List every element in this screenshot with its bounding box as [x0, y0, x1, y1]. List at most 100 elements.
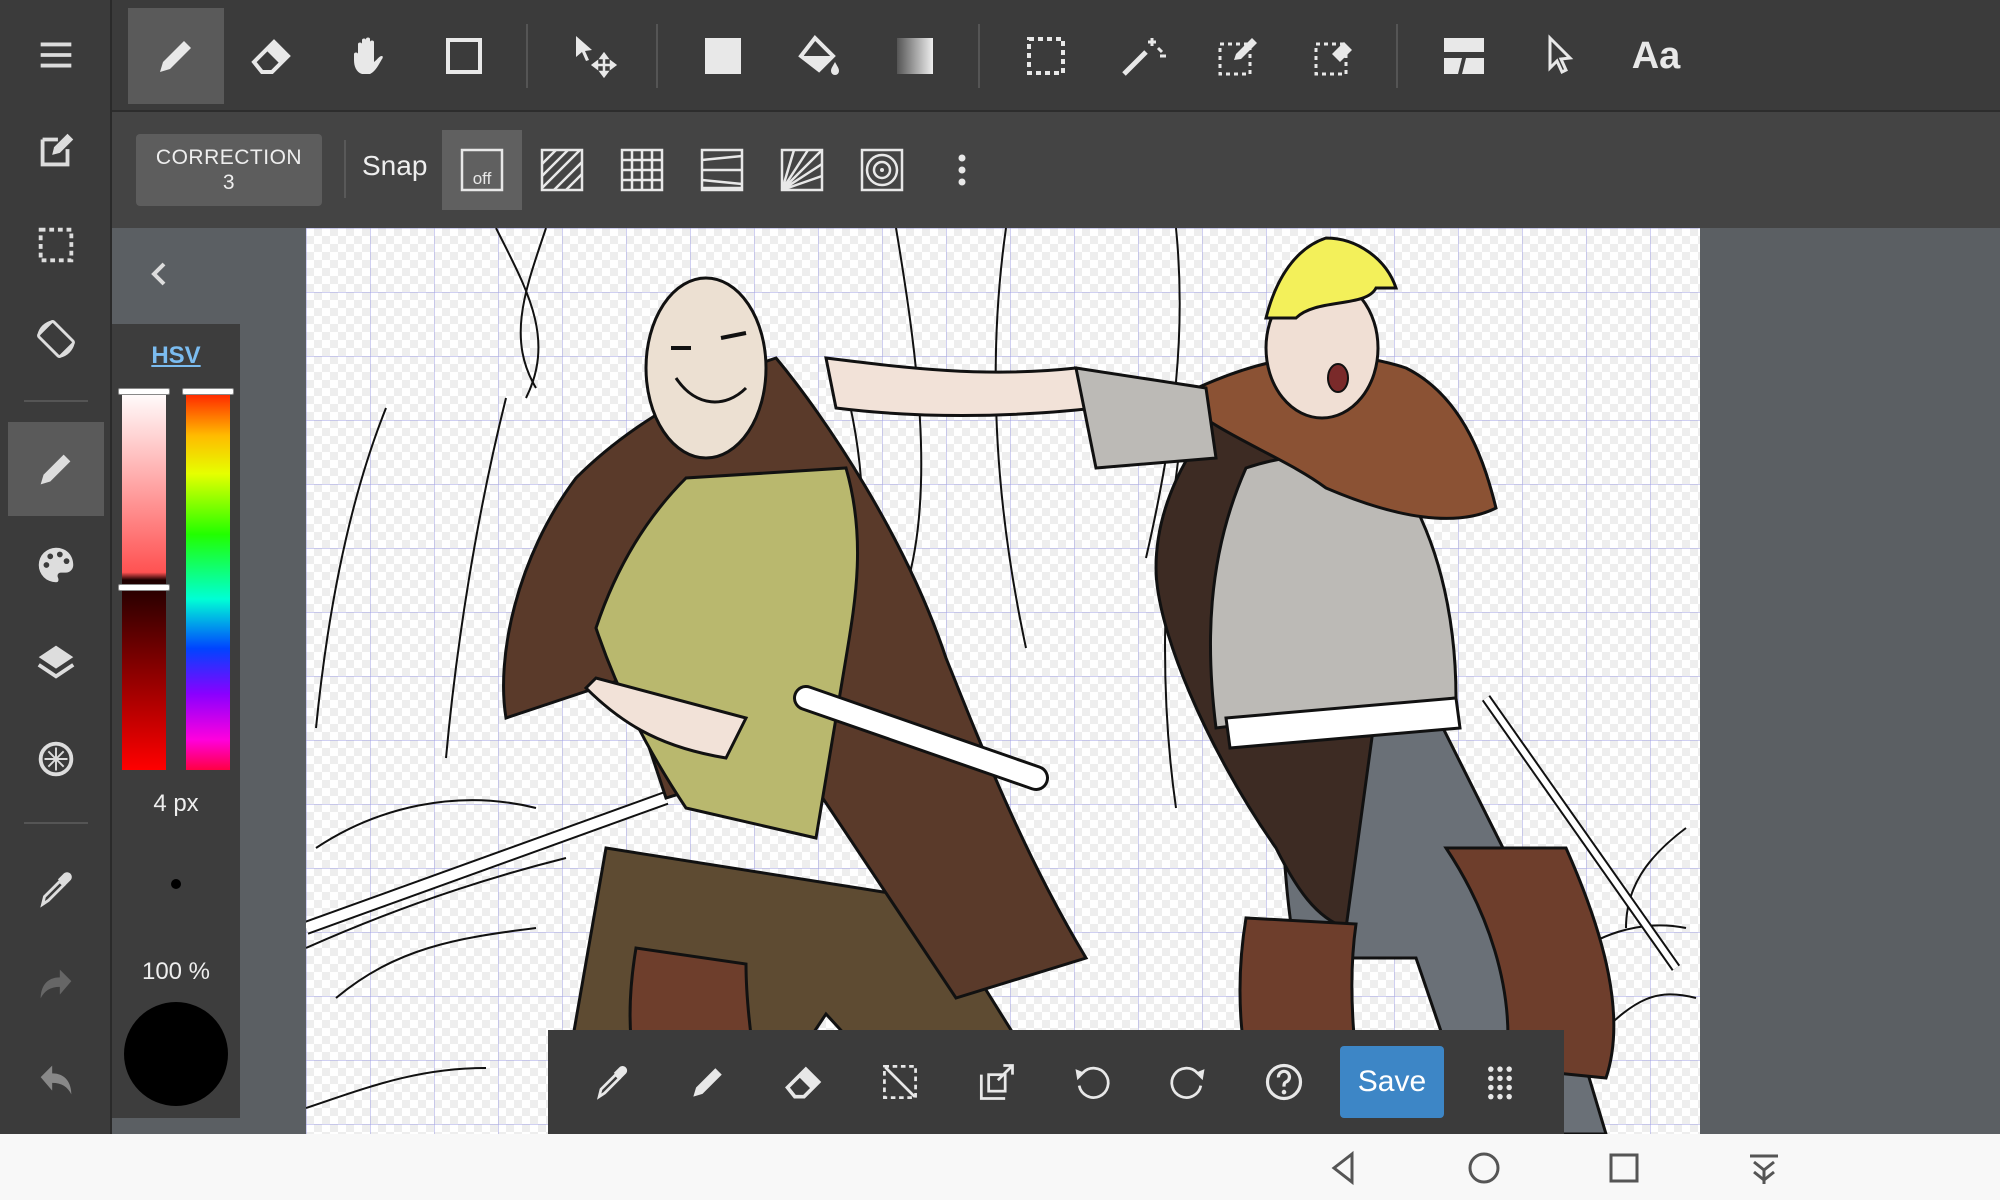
apps-grid-button[interactable] [1460, 1042, 1540, 1122]
vanishing-snap-button[interactable] [682, 130, 762, 210]
save-button[interactable]: Save [1340, 1046, 1444, 1118]
toolbar-divider [1396, 24, 1398, 88]
fill-rect-tool-button[interactable] [675, 8, 771, 104]
recents-icon [1609, 1153, 1639, 1183]
rect-select-tool-button[interactable] [998, 8, 1094, 104]
back-icon [1331, 1150, 1354, 1186]
eraser-icon [251, 39, 291, 74]
transform-button[interactable] [956, 1042, 1036, 1122]
layers-button[interactable] [8, 614, 104, 708]
top-toolbar: Aa [112, 0, 2000, 112]
transform-icon [979, 1064, 1014, 1100]
quick-pen-button[interactable] [668, 1042, 748, 1122]
undo-button[interactable] [8, 1034, 104, 1128]
move-tool-button[interactable] [546, 8, 642, 104]
collapse-panel-icon[interactable] [142, 256, 178, 292]
new-canvas-icon [40, 133, 74, 167]
radial-snap-button[interactable] [762, 130, 842, 210]
rotate-view-button[interactable] [8, 292, 104, 386]
quick-redo-button[interactable] [1148, 1042, 1228, 1122]
magic-wand-icon [1122, 38, 1166, 76]
eraser-icon [785, 1066, 822, 1099]
select-pen-tool-button[interactable] [1190, 8, 1286, 104]
eraser-tool-button[interactable] [224, 8, 320, 104]
help-icon [1265, 1063, 1303, 1101]
eyedropper-button[interactable] [8, 842, 104, 936]
saturation-handle[interactable] [118, 388, 170, 395]
deselect-button[interactable] [860, 1042, 940, 1122]
hue-handle[interactable] [182, 388, 234, 395]
brush-options-bar: CORRECTION 3 Snap off [112, 112, 2000, 228]
redo-icon [1170, 1066, 1205, 1099]
deselect-icon [883, 1065, 917, 1099]
select-eraser-tool-button[interactable] [1286, 8, 1382, 104]
home-icon [1468, 1152, 1500, 1184]
text-tool-label: Aa [1631, 34, 1681, 77]
brush-size-label[interactable]: 4 px [112, 790, 240, 818]
snap-off-label: off [473, 169, 492, 188]
shape-icon [446, 38, 482, 74]
pen-tool-button[interactable] [8, 422, 104, 516]
hue-slider[interactable] [186, 390, 230, 770]
eyedropper-icon [596, 1065, 628, 1100]
correction-button[interactable]: CORRECTION 3 [136, 134, 322, 206]
system-notifications-button[interactable] [1740, 1144, 1788, 1192]
rect-select-icon [1027, 37, 1065, 75]
brush-materials-button[interactable] [8, 712, 104, 806]
circle-snap-button[interactable] [842, 130, 922, 210]
drawing-canvas[interactable] [306, 228, 1700, 1134]
left-sidebar [0, 0, 112, 1134]
frame-divider-icon [1444, 38, 1484, 74]
opacity-label[interactable]: 100 % [112, 958, 240, 986]
more-options-button[interactable] [922, 130, 1002, 210]
system-home-button[interactable] [1460, 1144, 1508, 1192]
magic-wand-tool-button[interactable] [1094, 8, 1190, 104]
pen-tool-button[interactable] [128, 8, 224, 104]
artwork [306, 228, 1697, 1134]
value-handle[interactable] [118, 584, 170, 591]
operation-cursor-icon [1548, 34, 1574, 75]
operation-cursor-tool-button[interactable] [1512, 8, 1608, 104]
notifications-icon [1750, 1154, 1778, 1184]
quick-eraser-button[interactable] [764, 1042, 844, 1122]
help-button[interactable] [1244, 1042, 1324, 1122]
saturation-value-slider[interactable] [122, 390, 166, 770]
subbar-divider [344, 140, 346, 198]
grid-snap-icon [620, 148, 664, 192]
redo-button[interactable] [8, 938, 104, 1032]
snap-off-button[interactable]: off [442, 130, 522, 210]
color-mode-link[interactable]: HSV [112, 342, 240, 370]
redo-icon [40, 969, 72, 999]
toolbar-divider [526, 24, 528, 88]
shape-tool-button[interactable] [416, 8, 512, 104]
bucket-tool-button[interactable] [771, 8, 867, 104]
gradient-tool-button[interactable] [867, 8, 963, 104]
quick-undo-button[interactable] [1052, 1042, 1132, 1122]
grid-snap-button[interactable] [602, 130, 682, 210]
sidebar-divider [24, 400, 88, 402]
system-back-button[interactable] [1320, 1144, 1368, 1192]
new-canvas-button[interactable] [8, 104, 104, 198]
more-vert-icon [958, 154, 966, 186]
bucket-icon [798, 34, 839, 75]
correction-value: 3 [222, 171, 236, 194]
select-pen-icon [1218, 38, 1257, 76]
hand-tool-button[interactable] [320, 8, 416, 104]
toolbar-divider [656, 24, 658, 88]
palette-button[interactable] [8, 518, 104, 612]
menu-button[interactable] [8, 8, 104, 102]
system-recents-button[interactable] [1600, 1144, 1648, 1192]
apps-grid-icon [1488, 1066, 1512, 1100]
pen-icon [160, 41, 191, 72]
snap-label: Snap [362, 150, 428, 181]
move-icon [576, 36, 618, 79]
frame-divider-tool-button[interactable] [1416, 8, 1512, 104]
undo-icon [1075, 1066, 1110, 1099]
pen-icon [40, 454, 71, 485]
quick-eyedropper-button[interactable] [572, 1042, 652, 1122]
current-color-swatch[interactable] [124, 1002, 228, 1106]
text-tool-button[interactable]: Aa [1608, 8, 1704, 104]
parallel-snap-button[interactable] [522, 130, 602, 210]
select-area-button[interactable] [8, 198, 104, 292]
undo-icon [40, 1065, 72, 1095]
